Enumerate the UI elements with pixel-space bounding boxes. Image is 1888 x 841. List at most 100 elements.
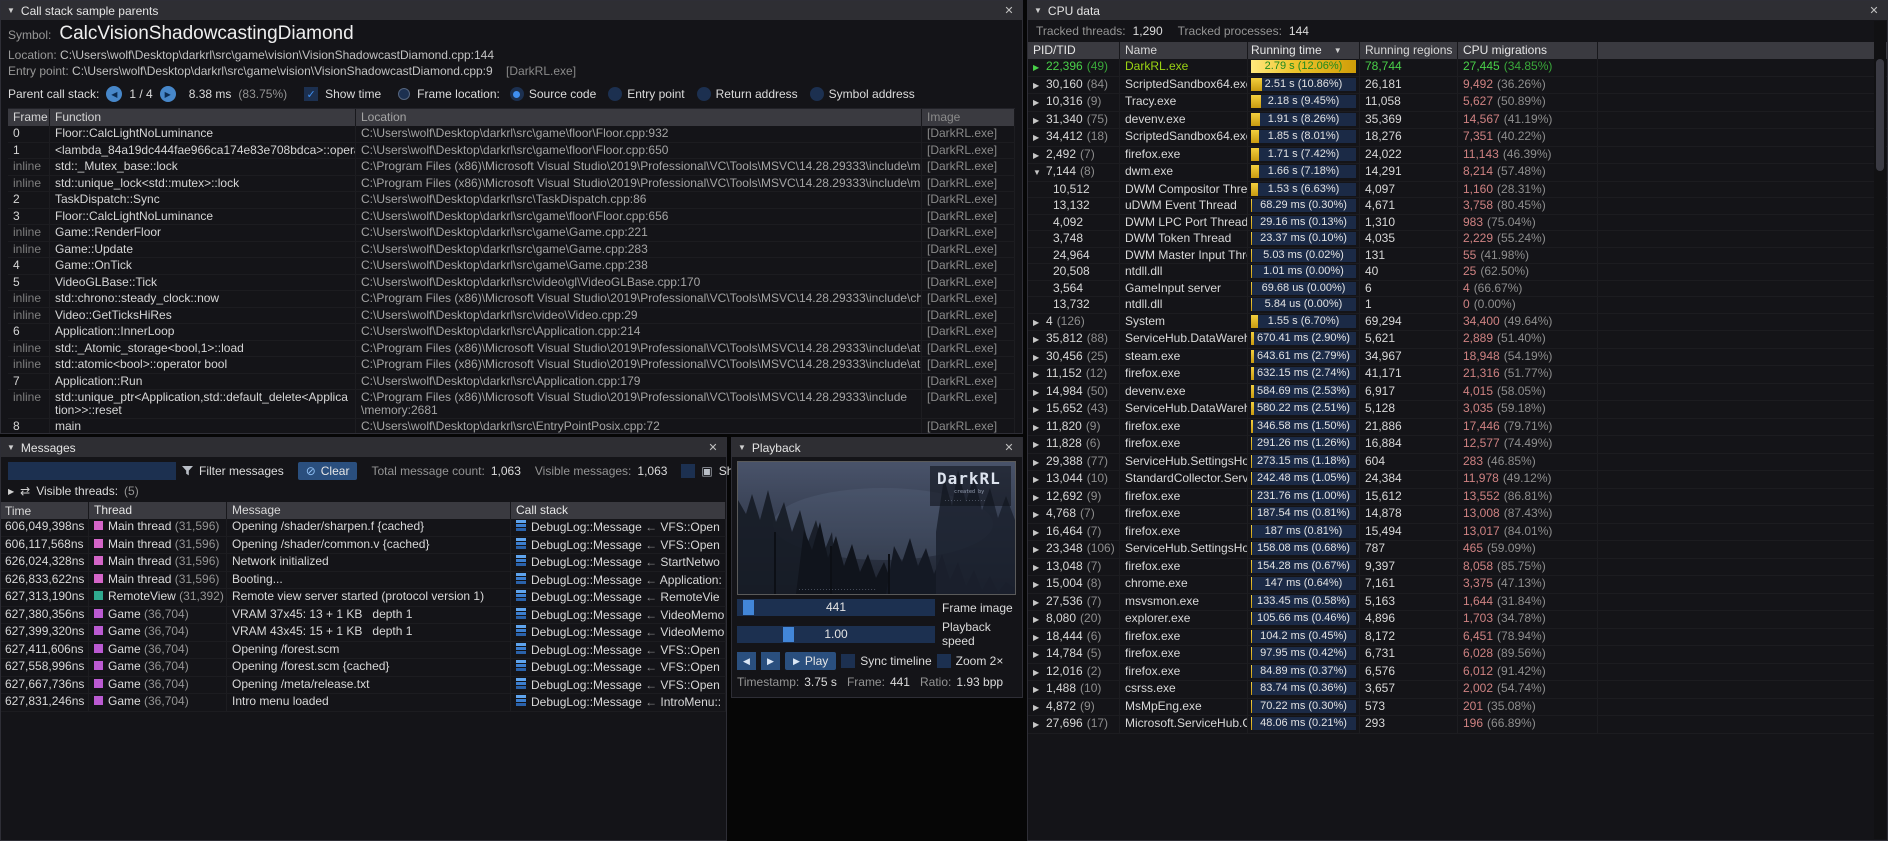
expand-row-icon[interactable]: ▶	[1033, 718, 1046, 732]
cpu-row[interactable]: ▶4(126)System1.55 s (6.70%)69,29434,400(…	[1028, 314, 1887, 332]
message-row[interactable]: 627,380,356nsGame (36,704)VRAM 37x45: 13…	[1, 607, 726, 625]
callstack-row[interactable]: 4Game::OnTickC:\Users\wolf\Desktop\darkr…	[8, 258, 1015, 275]
cpu-row[interactable]: ▶12,016(2)firefox.exe84.89 ms (0.37%)6,5…	[1028, 664, 1887, 682]
frame-location-radio-symbol-address[interactable]: Symbol address	[810, 87, 915, 101]
radio-icon[interactable]	[697, 87, 711, 101]
expand-row-icon[interactable]: ▶	[1033, 543, 1046, 557]
step-forward-button[interactable]: ▶	[761, 652, 780, 670]
callstack-row[interactable]: 3Floor::CalcLightNoLuminanceC:\Users\wol…	[8, 209, 1015, 226]
cpu-row[interactable]: ▶31,340(75)devenv.exe1.91 s (8.26%)35,36…	[1028, 112, 1887, 130]
cpu-row[interactable]: ▶11,152(12)firefox.exe632.15 ms (2.74%)4…	[1028, 366, 1887, 384]
column-header-running-regions[interactable]: Running regions	[1360, 42, 1458, 59]
cpu-row[interactable]: ▶10,316(9)Tracy.exe2.18 s (9.45%)11,0585…	[1028, 94, 1887, 112]
expand-row-icon[interactable]: ▶	[1033, 508, 1046, 522]
cpu-row[interactable]: ▶8,080(20)explorer.exe105.66 ms (0.46%)4…	[1028, 611, 1887, 629]
next-parent-button[interactable]: ▶	[160, 86, 176, 102]
expand-row-icon[interactable]: ▶	[1033, 578, 1046, 592]
callstack-icon[interactable]	[516, 678, 526, 693]
message-row[interactable]: 627,667,736nsGame (36,704)Opening /meta/…	[1, 677, 726, 695]
column-header-callstack[interactable]: Call stack	[511, 502, 726, 519]
zoom-checkbox[interactable]	[937, 654, 951, 668]
callstack-row[interactable]: 2TaskDispatch::SyncC:\Users\wolf\Desktop…	[8, 192, 1015, 209]
expand-row-icon[interactable]: ▶	[1033, 491, 1046, 505]
expand-icon[interactable]: ▶	[8, 487, 14, 496]
message-row[interactable]: 626,833,622nsMain thread (31,596)Booting…	[1, 572, 726, 590]
step-back-button[interactable]: ◀	[737, 652, 756, 670]
message-row[interactable]: 627,831,246nsGame (36,704)Intro menu loa…	[1, 694, 726, 712]
cpu-row[interactable]: ▶27,536(7)msvsmon.exe133.45 ms (0.58%)5,…	[1028, 594, 1887, 612]
collapse-icon[interactable]: ▼	[7, 6, 15, 15]
callstack-row[interactable]: 0Floor::CalcLightNoLuminanceC:\Users\wol…	[8, 126, 1015, 143]
cpu-row[interactable]: ▶1,488(10)csrss.exe83.74 ms (0.36%)3,657…	[1028, 681, 1887, 699]
collapse-icon[interactable]: ▼	[7, 443, 15, 452]
cpu-row[interactable]: 4,092DWM LPC Port Thread29.16 ms (0.13%)…	[1028, 215, 1887, 232]
expand-row-icon[interactable]: ▶	[1033, 526, 1046, 540]
cpu-row[interactable]: ▶35,812(88)ServiceHub.DataWarehou670.41 …	[1028, 331, 1887, 349]
cpu-row[interactable]: ▶4,768(7)firefox.exe187.54 ms (0.81%)14,…	[1028, 506, 1887, 524]
callstack-row[interactable]: inlinestd::chrono::steady_clock::nowC:\P…	[8, 291, 1015, 308]
expand-row-icon[interactable]: ▶	[1033, 561, 1046, 575]
callstack-row[interactable]: inlinestd::unique_lock<std::mutex>::lock…	[8, 176, 1015, 193]
cpu-row[interactable]: ▶12,692(9)firefox.exe231.76 ms (1.00%)15…	[1028, 489, 1887, 507]
expand-row-icon[interactable]: ▶	[1033, 403, 1046, 417]
callstack-icon[interactable]	[516, 625, 526, 640]
cpu-row[interactable]: 13,732ntdll.dll5.84 us (0.00%)10(0.00%)	[1028, 297, 1887, 314]
expand-row-icon[interactable]: ▶	[1033, 316, 1046, 330]
cpu-row[interactable]: 13,132uDWM Event Thread68.29 ms (0.30%)4…	[1028, 198, 1887, 215]
messages-titlebar[interactable]: ▼ Messages ✕	[1, 438, 726, 457]
cpu-row[interactable]: ▶4,872(9)MsMpEng.exe70.22 ms (0.30%)5732…	[1028, 699, 1887, 717]
prev-parent-button[interactable]: ◀	[106, 86, 122, 102]
show-time-checkbox[interactable]	[304, 87, 318, 101]
cpu-row[interactable]: 20,508ntdll.dll1.01 ms (0.00%)4025(62.50…	[1028, 264, 1887, 281]
expand-row-icon[interactable]: ▶	[1033, 149, 1046, 163]
callstack-icon[interactable]	[516, 695, 526, 710]
expand-row-icon[interactable]: ▶	[1033, 368, 1046, 382]
expand-row-icon[interactable]: ▶	[1033, 131, 1046, 145]
close-icon[interactable]: ✕	[1002, 441, 1016, 454]
expand-row-icon[interactable]: ▶	[1033, 701, 1046, 715]
cpu-row[interactable]: 24,964DWM Master Input Thread5.03 ms (0.…	[1028, 248, 1887, 265]
cpu-row[interactable]: ▶14,984(50)devenv.exe584.69 ms (2.53%)6,…	[1028, 384, 1887, 402]
cpu-row[interactable]: ▶18,444(6)firefox.exe104.2 ms (0.45%)8,1…	[1028, 629, 1887, 647]
callstack-icon[interactable]	[516, 608, 526, 623]
callstack-icon[interactable]	[516, 660, 526, 675]
frame-location-radio-source-code[interactable]: Source code	[510, 87, 596, 101]
close-icon[interactable]: ✕	[1867, 4, 1881, 17]
column-header-running-time[interactable]: Running time ▼	[1248, 42, 1360, 59]
cpu-row[interactable]: ▶11,828(6)firefox.exe291.26 ms (1.26%)16…	[1028, 436, 1887, 454]
frame-location-radio-return-address[interactable]: Return address	[697, 87, 798, 101]
cpu-row[interactable]: ▶16,464(7)firefox.exe187 ms (0.81%)15,49…	[1028, 524, 1887, 542]
expand-row-icon[interactable]: ▶	[1033, 79, 1046, 93]
callstack-row[interactable]: 6Application::InnerLoopC:\Users\wolf\Des…	[8, 324, 1015, 341]
callstack-titlebar[interactable]: ▼ Call stack sample parents ✕	[1, 1, 1022, 20]
callstack-icon[interactable]	[516, 538, 526, 553]
expand-row-icon[interactable]: ▶	[1033, 386, 1046, 400]
expand-row-icon[interactable]: ▶	[1033, 333, 1046, 347]
column-header-image[interactable]: Image	[922, 109, 1015, 126]
sync-timeline-checkbox[interactable]	[841, 654, 855, 668]
expand-row-icon[interactable]: ▶	[1033, 421, 1046, 435]
column-header-function[interactable]: Function	[50, 109, 356, 126]
close-icon[interactable]: ✕	[706, 441, 720, 454]
close-icon[interactable]: ✕	[1002, 4, 1016, 17]
radio-icon[interactable]	[608, 87, 622, 101]
callstack-row[interactable]: 1<lambda_84a19dc444fae966ca174e83e708bdc…	[8, 143, 1015, 160]
clear-button[interactable]: ⊘ Clear	[298, 462, 358, 480]
cpu-row[interactable]: ▶15,652(43)ServiceHub.DataWarehou580.22 …	[1028, 401, 1887, 419]
expand-row-icon[interactable]: ▶	[1033, 438, 1046, 452]
cpu-row[interactable]: 10,512DWM Compositor Thread1.53 s (6.63%…	[1028, 182, 1887, 199]
message-row[interactable]: 606,117,568nsMain thread (31,596)Opening…	[1, 537, 726, 555]
callstack-row[interactable]: 5VideoGLBase::TickC:\Users\wolf\Desktop\…	[8, 275, 1015, 292]
expand-row-icon[interactable]: ▶	[1033, 648, 1046, 662]
collapse-row-icon[interactable]: ▼	[1033, 166, 1046, 180]
cpu-row[interactable]: 3,748DWM Token Thread23.37 ms (0.10%)4,0…	[1028, 231, 1887, 248]
expand-row-icon[interactable]: ▶	[1033, 351, 1046, 365]
callstack-row[interactable]: inlinestd::_Mutex_base::lockC:\Program F…	[8, 159, 1015, 176]
expand-row-icon[interactable]: ▶	[1033, 114, 1046, 128]
callstack-icon[interactable]	[516, 555, 526, 570]
cpu-row[interactable]: ▶34,412(18)ScriptedSandbox64.exe1.85 s (…	[1028, 129, 1887, 147]
expand-row-icon[interactable]: ▶	[1033, 666, 1046, 680]
callstack-row[interactable]: inlinestd::unique_ptr<Application,std::d…	[8, 390, 1015, 419]
column-header-time[interactable]: Time	[1, 502, 89, 519]
cpu-row[interactable]: 3,564GameInput server69.68 us (0.00%)64(…	[1028, 281, 1887, 298]
